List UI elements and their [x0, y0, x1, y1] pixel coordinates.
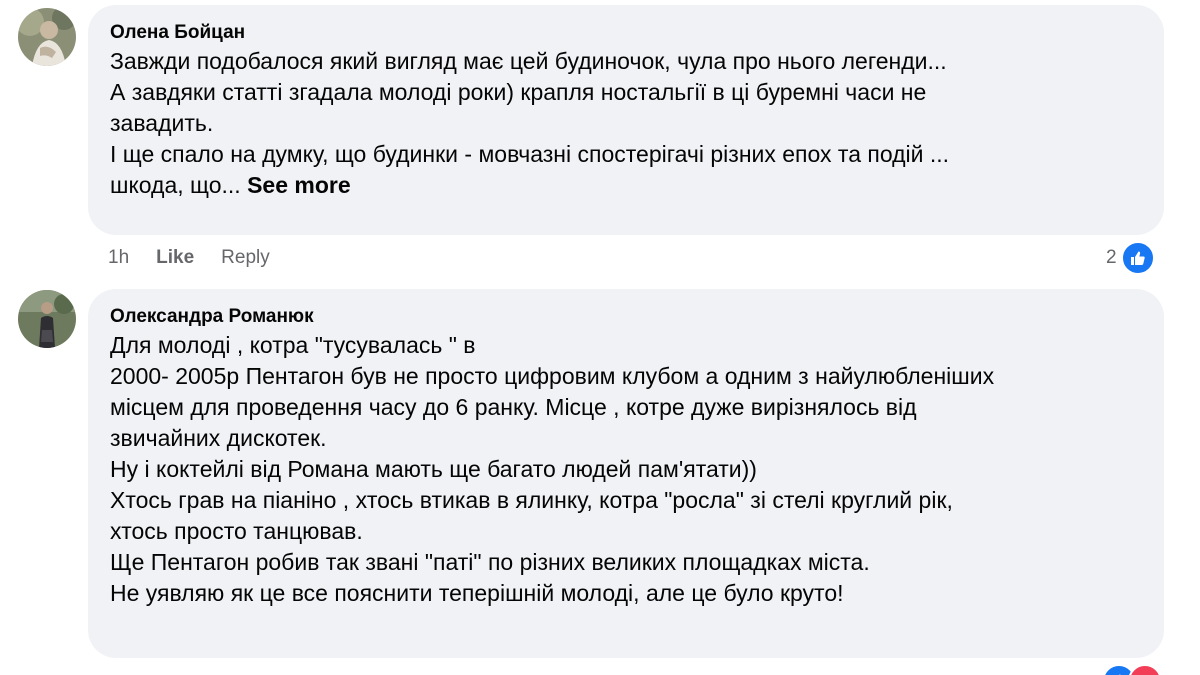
avatar-photo-icon: [18, 8, 76, 66]
comment-line: А завдяки статті згадала молоді роки) кр…: [110, 79, 927, 105]
comment-line: Хтось грав на піаніно , хтось втикав в я…: [110, 487, 953, 513]
comment-bubble: Олександра Романюк Для молоді , котра "т…: [88, 289, 1164, 658]
comment-line: звичайних дискотек.: [110, 425, 327, 451]
reaction-summary[interactable]: 2: [1106, 241, 1155, 275]
like-icon: [1120, 241, 1155, 275]
comment-author[interactable]: Олександра Романюк: [110, 304, 1142, 330]
avatar[interactable]: [18, 8, 76, 66]
comment-line: Ще Пентагон робив так звані "паті" по рі…: [110, 549, 870, 575]
comment-text: Для молоді , котра "тусувалась " в 2000-…: [110, 330, 1142, 609]
comment-line: шкода, що...: [110, 172, 241, 198]
comment-timestamp[interactable]: 1h: [108, 247, 129, 269]
like-button[interactable]: Like: [156, 247, 194, 269]
comment-line: Завжди подобалося який вигляд має цей бу…: [110, 48, 947, 74]
comment-line: 2000- 2005р Пентагон був не просто цифро…: [110, 363, 995, 389]
comment-bubble: Олена Бойцан Завжди подобалося який вигл…: [88, 5, 1164, 235]
avatar[interactable]: [18, 290, 76, 348]
comment-line: Не уявляю як це все пояснити теперішній …: [110, 580, 844, 606]
comment-line: місцем для проведення часу до 6 ранку. М…: [110, 394, 917, 420]
comment-line: завадить.: [110, 110, 214, 136]
comment-line: хтось просто танцював.: [110, 518, 363, 544]
comment-author[interactable]: Олена Бойцан: [110, 20, 1142, 46]
comment-text: Завжди подобалося який вигляд має цей бу…: [110, 46, 1142, 201]
comment-line: І ще спало на думку, що будинки - мовчаз…: [110, 141, 950, 167]
comments-page: Олена Бойцан Завжди подобалося який вигл…: [0, 0, 1200, 675]
love-icon: [1128, 664, 1162, 675]
comment-line-last: шкода, що... See more: [110, 170, 1142, 201]
avatar-photo-icon: [18, 290, 76, 348]
reaction-summary[interactable]: [1098, 664, 1162, 675]
comment-actions: 1h Like Reply: [108, 247, 297, 269]
reaction-count: 2: [1106, 247, 1117, 268]
reply-button[interactable]: Reply: [221, 247, 270, 269]
comment-line: Для молоді , котра "тусувалась " в: [110, 332, 476, 358]
comment-line: Ну і коктейлі від Романа мають ще багато…: [110, 456, 757, 482]
see-more-link[interactable]: See more: [247, 172, 351, 198]
